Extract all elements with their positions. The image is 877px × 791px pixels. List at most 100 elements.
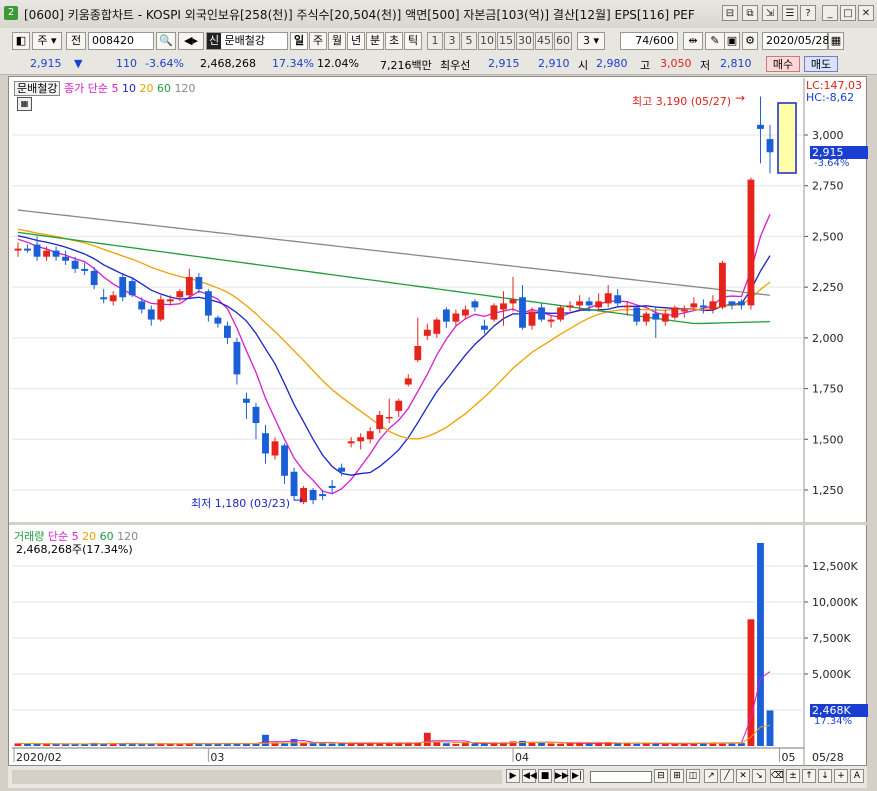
- candle-body: [519, 297, 526, 328]
- up-icon[interactable]: ↑: [802, 769, 816, 783]
- stock-tag: 문배철강: [14, 81, 61, 96]
- eraser-icon[interactable]: ⌫: [770, 769, 784, 783]
- candle-body: [157, 299, 165, 320]
- legend-ma-prefix: 종가 단순: [63, 82, 108, 95]
- volume-bar: [509, 741, 517, 746]
- legend-ma20: 20: [139, 82, 154, 95]
- price-tick-label: 2,000: [812, 332, 844, 345]
- candle-body: [385, 416, 393, 419]
- arrow-icon[interactable]: ↘: [752, 769, 766, 783]
- volume-bar: [128, 743, 136, 746]
- volume-ma5-line: [17, 671, 771, 745]
- candle-body: [509, 299, 517, 304]
- add-icon[interactable]: +: [834, 769, 848, 783]
- candle-body: [404, 378, 412, 385]
- candle-body: [90, 270, 98, 286]
- candle-body: [566, 305, 574, 308]
- volume-bar: [62, 744, 70, 746]
- candle-body: [176, 291, 184, 298]
- volume-bar: [357, 743, 365, 746]
- legend-ma120: 120: [174, 82, 196, 95]
- candle-body: [500, 303, 507, 310]
- view-icon[interactable]: ◫: [686, 769, 700, 783]
- cross-icon[interactable]: ✕: [736, 769, 750, 783]
- candle-body: [576, 301, 584, 306]
- volume-bar: [33, 743, 41, 746]
- candle-body: [557, 307, 565, 320]
- volume-tick-label: 10,000K: [812, 596, 858, 609]
- volume-bar: [281, 743, 288, 746]
- fast-forward-icon[interactable]: ▶▶: [554, 769, 569, 783]
- plus-minus-icon[interactable]: ±: [786, 769, 800, 783]
- volume-bar: [262, 734, 269, 746]
- candle-body: [728, 301, 736, 306]
- volume-bar: [642, 743, 650, 746]
- price-tick-label: 3,000: [812, 129, 844, 142]
- volume-tick-label: 5,000K: [812, 668, 851, 681]
- candle-body: [395, 400, 403, 411]
- candle-body: [281, 445, 288, 476]
- candle-body: [128, 281, 136, 296]
- bottom-nav-bar: ▶ ◀◀ ■ ▶▶ ▶| ⊟ ⊞ ◫ ↗ ╱ ✕ ↘ ⌫ ± ↑ ↓ + A: [8, 766, 867, 788]
- zoom-in-icon[interactable]: ⊞: [670, 769, 684, 783]
- last-date-label: 05/28: [812, 751, 844, 764]
- table-icon[interactable]: ▦: [17, 97, 32, 111]
- candle-body: [461, 309, 469, 316]
- stop-icon[interactable]: ■: [538, 769, 552, 783]
- volume-tick-label: 12,500K: [812, 560, 858, 573]
- volume-bar: [747, 619, 755, 746]
- volume-bar: [442, 743, 450, 746]
- volume-bar: [538, 742, 545, 746]
- candle-body: [338, 467, 346, 472]
- candle-body: [147, 309, 155, 320]
- price-tick-label: 1,250: [812, 484, 844, 497]
- volume-bar: [557, 743, 565, 746]
- date-label: 03: [210, 751, 224, 764]
- volume-bar: [81, 744, 89, 746]
- draw-trend-icon[interactable]: ↗: [704, 769, 718, 783]
- candle-body: [718, 262, 726, 308]
- rewind-icon[interactable]: ◀◀: [522, 769, 537, 783]
- candle-body: [604, 293, 612, 304]
- draw-line-icon[interactable]: ╱: [720, 769, 734, 783]
- price-panel-bg: [12, 78, 804, 522]
- text-tool-icon[interactable]: A: [850, 769, 864, 783]
- candle-body: [357, 437, 365, 442]
- down-icon[interactable]: ↓: [818, 769, 832, 783]
- date-label: 04: [515, 751, 529, 764]
- candle-body: [100, 297, 108, 300]
- zoom-slider[interactable]: [590, 771, 652, 783]
- candle-body: [223, 325, 231, 338]
- price-axis-bg: [804, 78, 866, 522]
- candle-body: [471, 301, 479, 308]
- candle-body: [709, 301, 717, 310]
- volume-ma20-line: [17, 724, 771, 745]
- zoom-out-icon[interactable]: ⊟: [654, 769, 668, 783]
- candle-body: [623, 305, 631, 308]
- price-tick-label: 2,250: [812, 281, 844, 294]
- date-label: 2020/02: [16, 751, 62, 764]
- candle-body: [204, 291, 212, 316]
- legend-ma60: 60: [156, 82, 171, 95]
- candle-body: [538, 307, 545, 320]
- volume-bar: [757, 542, 764, 746]
- candle-body: [747, 179, 755, 306]
- candle-body: [119, 277, 127, 298]
- candle-body: [442, 309, 450, 322]
- volume-bar: [766, 710, 774, 746]
- volume-bar: [252, 743, 260, 746]
- volume-bar: [461, 743, 469, 746]
- candle-body: [614, 295, 622, 304]
- candle-body: [376, 414, 384, 430]
- candle-body: [680, 309, 688, 312]
- candle-body: [595, 301, 603, 308]
- price-tick-label: 1,500: [812, 433, 844, 446]
- scroll-right-icon[interactable]: ▶: [506, 769, 520, 783]
- candle-body: [690, 303, 698, 308]
- end-icon[interactable]: ▶|: [570, 769, 584, 783]
- candle-body: [699, 305, 707, 308]
- candle-body: [109, 295, 117, 302]
- candle-body: [185, 277, 193, 296]
- current-change-marker: -3.64%: [814, 158, 850, 169]
- scroll-track[interactable]: [12, 770, 502, 784]
